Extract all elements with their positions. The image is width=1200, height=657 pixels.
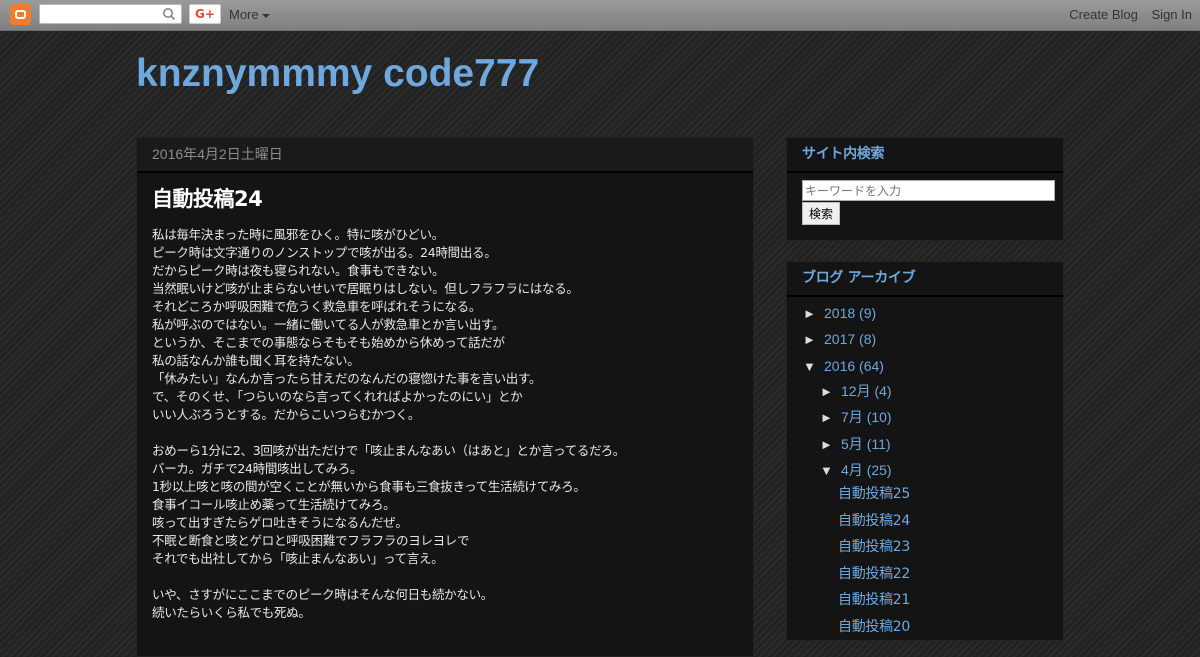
chevron-down-icon — [261, 13, 270, 18]
archive-count: (10) — [866, 409, 892, 425]
expand-arrow-icon[interactable]: ► — [820, 410, 841, 425]
archive-year-label[interactable]: 2017 — [824, 331, 855, 347]
post-line: いや、さすがにここまでのピーク時はそんな何日も続かない。 — [152, 587, 493, 602]
archive-count: (11) — [866, 436, 891, 452]
site-search-input[interactable] — [802, 180, 1055, 201]
post-line: いい人ぶろうとする。だからこいつらむかつく。 — [152, 407, 421, 422]
post-line: それどころか呼吸困難で危うく救急車を呼ばれそうになる。 — [152, 299, 482, 314]
archive-month-5[interactable]: ► 5月 (11) — [820, 434, 891, 454]
post-line: というか、そこまでの事態ならそもそも始めから休めって話だが — [152, 335, 505, 350]
archive-post-link[interactable]: 自動投稿24 — [838, 510, 910, 530]
archive-post-link[interactable]: 自動投稿25 — [838, 483, 910, 503]
post-line: ピーク時は文字通りのノンストップで咳が出る。24時間出る。 — [152, 245, 497, 260]
archive-month-12[interactable]: ► 12月 (4) — [820, 381, 892, 401]
create-blog-link[interactable]: Create Blog — [1069, 7, 1138, 22]
post-line: 私は毎年決まった時に風邪をひく。特に咳がひどい。 — [152, 227, 444, 242]
search-icon[interactable] — [162, 7, 176, 21]
archive-year-2018[interactable]: ► 2018 (9) — [803, 305, 876, 321]
collapse-arrow-icon[interactable]: ▼ — [820, 463, 841, 478]
archive-post-link[interactable]: 自動投稿21 — [838, 589, 910, 609]
blog-title[interactable]: knznymmmy code777 — [136, 52, 539, 96]
post-line: それでも出社してから「咳止まんなあい」って言え。 — [152, 551, 444, 566]
post-line: 続いたらいくら私でも死ぬ。 — [152, 605, 311, 620]
archive-year-2017[interactable]: ► 2017 (8) — [803, 331, 876, 347]
archive-month-7[interactable]: ► 7月 (10) — [820, 407, 892, 427]
post-line: 1秒以上咳と咳の間が空くことが無いから食事も三食抜きって生活続けてみろ。 — [152, 479, 586, 494]
site-search-button[interactable]: 検索 — [802, 202, 841, 225]
google-plus-button[interactable]: G+ — [189, 4, 221, 24]
expand-arrow-icon[interactable]: ► — [803, 306, 824, 321]
archive-count: (25) — [866, 462, 892, 478]
post-body: 私は毎年決まった時に風邪をひく。特に咳がひどい。 ピーク時は文字通りのノンストッ… — [152, 226, 753, 622]
expand-arrow-icon[interactable]: ► — [820, 384, 841, 399]
post-line: 私の話なんか誰も聞く耳を持たない。 — [152, 353, 360, 368]
archive-month-label[interactable]: 4月 — [841, 462, 863, 478]
post-line: おめーら1分に2、3回咳が出ただけで「咳止まんなあい（はあと」とか言ってるだろ。 — [152, 443, 625, 458]
blog-archive-title: ブログ アーカイブ — [787, 262, 1063, 297]
post-line: バーカ。ガチで24時間咳出してみろ。 — [152, 461, 363, 476]
collapse-arrow-icon[interactable]: ▼ — [803, 359, 824, 374]
archive-post-link[interactable]: 自動投稿20 — [838, 616, 910, 636]
post-line: 当然眠いけど咳が止まらないせいで居眠りはしない。但しフラフラにはなる。 — [152, 281, 579, 296]
blog-archive-widget: ブログ アーカイブ ► 2018 (9) ► 2017 (8) ▼ 2016 (64)… — [786, 261, 1064, 641]
archive-count: (8) — [859, 331, 877, 347]
more-menu[interactable]: More — [229, 7, 270, 22]
blogger-navbar: G+ More Create Blog Sign In — [0, 0, 1200, 31]
post-line: 「休みたい」なんか言ったら甘えだのなんだの寝惚けた事を言い出す。 — [152, 371, 542, 386]
archive-month-4[interactable]: ▼ 4月 (25) — [820, 460, 892, 480]
blogger-logo-icon[interactable] — [10, 4, 31, 25]
post-line: 私が呼ぶのではない。一緒に働いてる人が救急車とか言い出す。 — [152, 317, 505, 332]
expand-arrow-icon[interactable]: ► — [820, 437, 841, 452]
archive-year-label[interactable]: 2018 — [824, 305, 855, 321]
post-line: だからピーク時は夜も寝られない。食事もできない。 — [152, 263, 445, 278]
archive-count: (4) — [874, 383, 892, 399]
archive-count: (64) — [859, 358, 884, 374]
expand-arrow-icon[interactable]: ► — [803, 332, 824, 347]
archive-count: (9) — [859, 305, 877, 321]
post-line: 咳って出すぎたらゲロ吐きそうになるんだぜ。 — [152, 515, 408, 530]
archive-year-2016[interactable]: ▼ 2016 (64) — [803, 358, 884, 374]
archive-month-label[interactable]: 7月 — [841, 409, 863, 425]
navbar-search-input[interactable] — [44, 7, 166, 25]
post-line: で、そのくせ、「つらいのなら言ってくれればよかったのにい」とか — [152, 389, 523, 404]
site-search-title: サイト内検索 — [787, 138, 1063, 173]
main-post-column: 2016年4月2日土曜日 自動投稿24 私は毎年決まった時に風邪をひく。特に咳が… — [136, 137, 754, 657]
sign-in-link[interactable]: Sign In — [1152, 7, 1192, 22]
archive-month-label[interactable]: 12月 — [841, 383, 871, 399]
site-search-widget: サイト内検索 検索 — [786, 137, 1064, 241]
post-line: 不眠と断食と咳とゲロと呼吸困難でフラフラのヨレヨレで — [152, 533, 470, 548]
navbar-right-links: Create Blog Sign In — [1059, 7, 1192, 22]
archive-post-link[interactable]: 自動投稿22 — [838, 563, 910, 583]
navbar-search-box[interactable] — [39, 4, 182, 25]
post-line: 食事イコール咳止め薬って生活続けてみろ。 — [152, 497, 396, 512]
archive-month-label[interactable]: 5月 — [841, 436, 863, 452]
archive-year-label[interactable]: 2016 — [824, 358, 855, 374]
archive-post-link[interactable]: 自動投稿23 — [838, 536, 910, 556]
more-label: More — [229, 7, 259, 22]
post-title[interactable]: 自動投稿24 — [152, 183, 753, 213]
post-date: 2016年4月2日土曜日 — [137, 138, 753, 173]
